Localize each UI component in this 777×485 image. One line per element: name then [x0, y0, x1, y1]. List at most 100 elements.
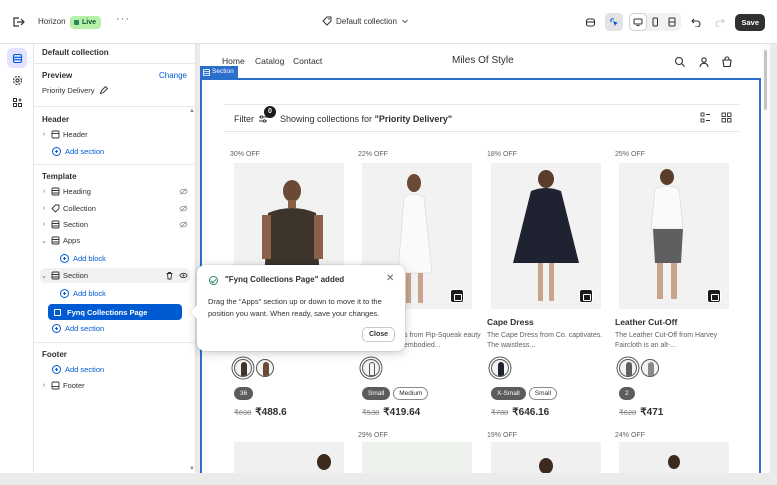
- search-icon[interactable]: [674, 56, 686, 68]
- scrollbar-thumb[interactable]: [764, 50, 767, 110]
- close-button[interactable]: Close: [362, 327, 396, 342]
- trash-icon[interactable]: [165, 271, 174, 280]
- undo-icon[interactable]: [687, 13, 705, 31]
- app-embeds-icon[interactable]: [7, 92, 27, 112]
- add-block-button[interactable]: Add block: [60, 289, 106, 298]
- size-option[interactable]: Medium: [393, 387, 429, 400]
- chevron-down-icon[interactable]: ⌄: [40, 237, 48, 245]
- product-image[interactable]: [619, 442, 729, 473]
- product-title[interactable]: Leather Cut-Off: [615, 317, 677, 327]
- account-icon[interactable]: [698, 56, 710, 68]
- mobile-icon[interactable]: [647, 14, 663, 30]
- chevron-right-icon[interactable]: ›: [40, 205, 48, 212]
- add-section-header-button[interactable]: Add section: [52, 147, 104, 156]
- discount-badge: 24% OFF: [615, 432, 645, 439]
- chevron-right-icon[interactable]: ›: [40, 221, 48, 228]
- block-row-fynq-collections-page[interactable]: Fynq Collections Page: [48, 304, 182, 320]
- desktop-icon[interactable]: [630, 14, 647, 30]
- size-option[interactable]: Small: [528, 387, 558, 400]
- save-button[interactable]: Save: [735, 13, 765, 31]
- add-section-footer-button[interactable]: Add section: [52, 365, 104, 374]
- section-row-heading[interactable]: › Heading: [40, 184, 190, 199]
- section-tag[interactable]: Section: [200, 66, 238, 78]
- inspector-icon[interactable]: [605, 13, 624, 31]
- section-row-section-selected[interactable]: ⌄ Section: [40, 268, 190, 283]
- section-row-header[interactable]: › Header: [40, 127, 190, 142]
- nav-link-contact[interactable]: Contact: [293, 56, 322, 66]
- section-row-footer[interactable]: › Footer: [40, 378, 190, 393]
- color-swatches: [234, 359, 274, 377]
- quick-add-cart-icon[interactable]: [579, 289, 593, 303]
- more-actions-icon[interactable]: ···: [116, 13, 130, 25]
- plus-circle-icon: [52, 365, 61, 374]
- change-link[interactable]: Change: [159, 71, 187, 80]
- product-image[interactable]: [619, 163, 729, 309]
- quick-add-cart-icon[interactable]: [707, 289, 721, 303]
- sections-icon[interactable]: [7, 48, 27, 68]
- section-row-apps[interactable]: ⌄ Apps: [40, 233, 190, 248]
- product-title[interactable]: Cape Dress: [487, 317, 534, 327]
- theme-name: Horizon: [38, 17, 66, 26]
- divider: [34, 63, 195, 64]
- grid-view-icon[interactable]: [721, 112, 732, 123]
- color-swatch[interactable]: [256, 359, 274, 377]
- size-option[interactable]: 2: [619, 387, 635, 400]
- product-card[interactable]: 25% OFF Leather Cut-Off The Leather Cut-…: [615, 151, 737, 431]
- cart-icon[interactable]: [721, 56, 733, 68]
- close-icon[interactable]: ✕: [386, 273, 394, 284]
- nav-link-catalog[interactable]: Catalog: [255, 56, 284, 66]
- chevron-right-icon[interactable]: ›: [40, 382, 48, 389]
- color-swatch[interactable]: [491, 359, 509, 377]
- color-swatch[interactable]: [641, 359, 659, 377]
- section-row-label: Collection: [63, 204, 96, 213]
- pencil-icon[interactable]: [99, 86, 108, 95]
- chevron-down-icon[interactable]: ⌄: [40, 272, 48, 280]
- add-block-button[interactable]: Add block: [60, 254, 106, 263]
- showing-collections-text: Showing collections for "Priority Delive…: [280, 114, 452, 124]
- eye-hidden-icon[interactable]: [179, 187, 188, 196]
- fullscreen-icon[interactable]: [664, 14, 680, 30]
- eye-hidden-icon[interactable]: [179, 220, 188, 229]
- color-swatch[interactable]: [362, 359, 380, 377]
- product-image[interactable]: [234, 442, 344, 473]
- product-image[interactable]: [362, 442, 472, 473]
- section-row-label: Footer: [63, 381, 85, 390]
- quick-add-cart-icon[interactable]: [450, 289, 464, 303]
- product-card[interactable]: 18% OFF Cape Dress The Cape Dress from C…: [487, 151, 609, 431]
- sale-price: ₹419.64: [383, 407, 421, 418]
- exit-icon[interactable]: [10, 14, 26, 30]
- database-icon[interactable]: [581, 13, 599, 31]
- chevron-right-icon[interactable]: ›: [40, 188, 48, 195]
- size-option[interactable]: 36: [234, 387, 254, 400]
- template-selector[interactable]: Default collection: [322, 16, 409, 26]
- side-panel: Default collection Preview Change Priori…: [34, 44, 196, 473]
- bottom-strip: [0, 473, 777, 485]
- chevron-down-icon: [402, 19, 408, 24]
- size-option[interactable]: X-Small: [491, 387, 526, 400]
- scroll-down-icon[interactable]: ▼: [189, 466, 195, 472]
- top-bar: Horizon Live ··· Default collection Save: [0, 0, 777, 44]
- scroll-up-icon[interactable]: ▲: [189, 108, 195, 114]
- product-image[interactable]: [491, 163, 601, 309]
- add-block-label: Add block: [73, 254, 106, 263]
- eye-hidden-icon[interactable]: [179, 204, 188, 213]
- list-view-icon[interactable]: [700, 112, 711, 123]
- section-row-collection[interactable]: › Collection: [40, 201, 190, 216]
- size-option[interactable]: Small: [362, 387, 391, 400]
- store-name[interactable]: Miles Of Style: [452, 55, 514, 66]
- theme-settings-icon[interactable]: [7, 70, 27, 90]
- color-swatch[interactable]: [619, 359, 637, 377]
- model-photo: [539, 458, 553, 473]
- product-image[interactable]: [491, 442, 601, 473]
- chevron-right-icon[interactable]: ›: [40, 131, 48, 138]
- filter-button[interactable]: Filter: [234, 114, 254, 124]
- preview-scrollbar[interactable]: [762, 44, 770, 473]
- add-section-template-button[interactable]: Add section: [52, 324, 104, 333]
- nav-link-home[interactable]: Home: [222, 56, 245, 66]
- eye-icon[interactable]: [179, 271, 188, 280]
- color-swatch[interactable]: [234, 359, 252, 377]
- section-row-section[interactable]: › Section: [40, 217, 190, 232]
- color-swatches: [619, 359, 659, 377]
- viewport-switcher: [629, 13, 682, 31]
- redo-icon[interactable]: [711, 13, 729, 31]
